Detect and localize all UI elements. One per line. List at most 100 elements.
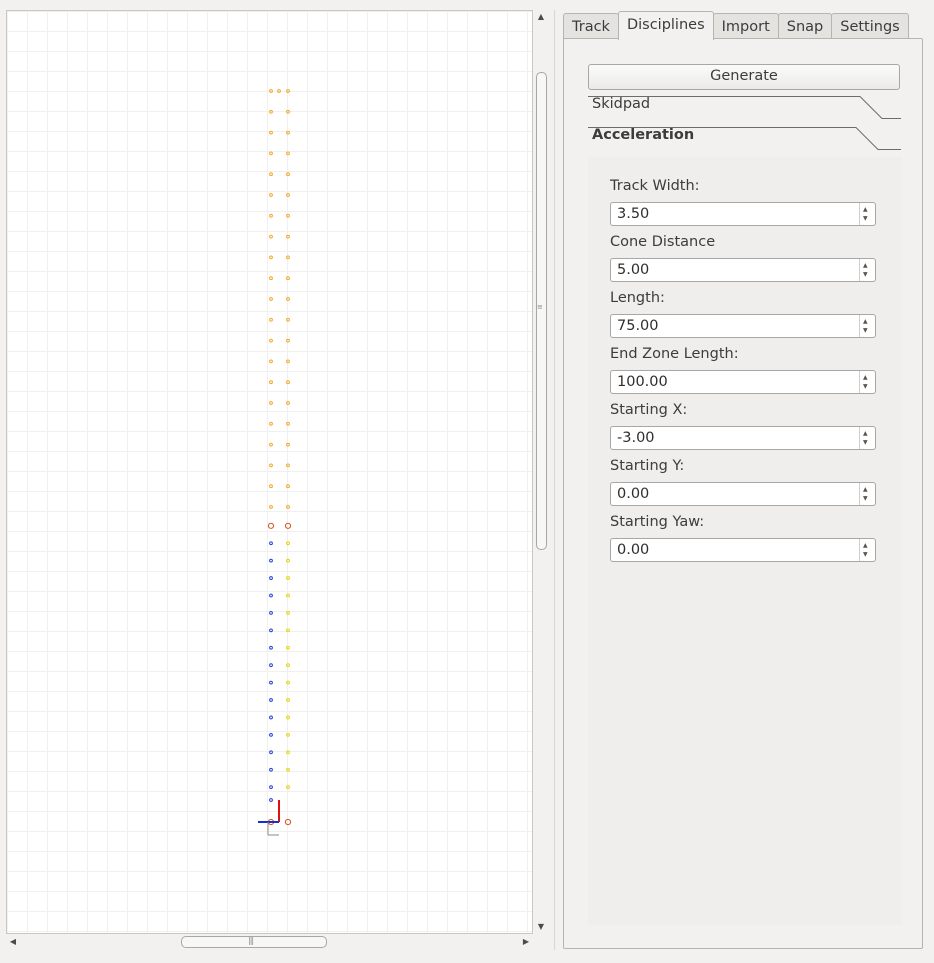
yellow-cone[interactable] — [286, 558, 290, 563]
spin-up-icon[interactable]: ▲ — [863, 319, 868, 325]
starting-x-input[interactable]: -3.00 ▲ ▼ — [610, 426, 876, 450]
blue-cone[interactable] — [269, 715, 273, 720]
yellow-cone[interactable] — [286, 663, 290, 668]
yellow-cone[interactable] — [286, 732, 290, 737]
track-canvas[interactable] — [6, 10, 533, 934]
orange-cone-right[interactable] — [286, 130, 290, 135]
scroll-right-arrow-icon[interactable]: ▶ — [519, 934, 533, 950]
yellow-cone[interactable] — [286, 750, 290, 755]
spin-up-icon[interactable]: ▲ — [863, 263, 868, 269]
yellow-cone[interactable] — [286, 680, 290, 685]
orange-cone-right[interactable] — [286, 151, 290, 156]
toolbox-item-skidpad[interactable]: Skidpad — [588, 96, 902, 120]
cone-distance-input[interactable]: 5.00 ▲ ▼ — [610, 258, 876, 282]
orange-cone-left[interactable] — [269, 89, 273, 93]
orange-cone-left[interactable] — [269, 338, 273, 343]
tab-settings[interactable]: Settings — [831, 13, 909, 40]
big-orange-cone-right[interactable] — [284, 818, 292, 826]
orange-cone-right[interactable] — [286, 276, 290, 281]
orange-cone-right[interactable] — [286, 401, 290, 405]
orange-cone-left[interactable] — [269, 463, 273, 468]
blue-cone[interactable] — [269, 558, 273, 563]
tab-disciplines[interactable]: Disciplines — [617, 11, 714, 40]
orange-cone-left[interactable] — [269, 276, 273, 281]
orange-cone-left[interactable] — [269, 505, 273, 509]
yellow-cone[interactable] — [286, 611, 290, 615]
orange-cone-right[interactable] — [286, 89, 290, 93]
orange-cone-left[interactable] — [269, 484, 273, 489]
orange-cone-left[interactable] — [269, 151, 273, 156]
orange-cone-left[interactable] — [269, 172, 273, 177]
horizontal-scrollbar[interactable]: ◀ ||| ▶ — [6, 934, 533, 950]
yellow-cone[interactable] — [286, 785, 290, 790]
length-input[interactable]: 75.00 ▲ ▼ — [610, 314, 876, 338]
blue-cone[interactable] — [269, 750, 273, 755]
orange-cone-left[interactable] — [269, 401, 273, 405]
blue-cone[interactable] — [269, 645, 273, 650]
blue-cone[interactable] — [269, 611, 273, 615]
blue-cone[interactable] — [269, 628, 273, 633]
spin-up-icon[interactable]: ▲ — [863, 543, 868, 549]
orange-cone-right[interactable] — [286, 255, 290, 260]
vertical-scroll-thumb[interactable] — [536, 72, 547, 550]
orange-cone-left[interactable] — [269, 213, 273, 218]
orange-cone-right[interactable] — [286, 297, 290, 301]
blue-cone[interactable] — [269, 798, 273, 802]
horizontal-scroll-thumb[interactable]: ||| — [181, 936, 327, 948]
scroll-left-arrow-icon[interactable]: ◀ — [6, 934, 20, 950]
spin-up-icon[interactable]: ▲ — [863, 207, 868, 213]
orange-cone-right[interactable] — [286, 193, 290, 197]
blue-cone[interactable] — [269, 767, 273, 772]
orange-cone-right[interactable] — [286, 442, 290, 447]
spin-down-icon[interactable]: ▼ — [863, 216, 868, 222]
orange-cone-right[interactable] — [286, 484, 290, 489]
tab-track[interactable]: Track — [563, 13, 619, 40]
tab-import[interactable]: Import — [712, 13, 779, 40]
blue-cone[interactable] — [269, 541, 273, 546]
starting-y-input[interactable]: 0.00 ▲ ▼ — [610, 482, 876, 506]
toolbox-item-acceleration[interactable]: Acceleration — [588, 127, 902, 151]
orange-cone-right[interactable] — [286, 109, 290, 114]
tab-snap[interactable]: Snap — [777, 13, 833, 40]
yellow-cone[interactable] — [286, 628, 290, 633]
orange-cone-left[interactable] — [269, 193, 273, 197]
blue-cone[interactable] — [269, 680, 273, 685]
orange-cone-right[interactable] — [286, 172, 290, 177]
spin-up-icon[interactable]: ▲ — [863, 431, 868, 437]
orange-cone-center[interactable] — [277, 89, 281, 93]
spin-down-icon[interactable]: ▼ — [863, 552, 868, 558]
orange-cone-left[interactable] — [269, 109, 273, 114]
orange-cone-right[interactable] — [286, 505, 290, 509]
generate-button[interactable]: Generate — [588, 64, 900, 90]
end-zone-length-input[interactable]: 100.00 ▲ ▼ — [610, 370, 876, 394]
orange-cone-right[interactable] — [286, 421, 290, 426]
orange-cone-left[interactable] — [269, 297, 273, 301]
orange-cone-right[interactable] — [286, 234, 290, 239]
orange-cone-left[interactable] — [269, 442, 273, 447]
blue-cone[interactable] — [269, 663, 273, 668]
yellow-cone[interactable] — [286, 593, 290, 598]
spin-down-icon[interactable]: ▼ — [863, 328, 868, 334]
spin-down-icon[interactable]: ▼ — [863, 440, 868, 446]
blue-cone[interactable] — [269, 785, 273, 790]
blue-cone[interactable] — [269, 698, 273, 702]
vertical-scrollbar[interactable]: ▲ ≡ ▼ — [534, 10, 548, 934]
orange-cone-right[interactable] — [286, 317, 290, 322]
orange-cone-right[interactable] — [286, 380, 290, 385]
yellow-cone[interactable] — [286, 698, 290, 702]
orange-cone-left[interactable] — [269, 130, 273, 135]
spin-down-icon[interactable]: ▼ — [863, 384, 868, 390]
starting-yaw-input[interactable]: 0.00 ▲ ▼ — [610, 538, 876, 562]
yellow-cone[interactable] — [286, 645, 290, 650]
orange-cone-left[interactable] — [269, 359, 273, 364]
scroll-up-arrow-icon[interactable]: ▲ — [534, 10, 548, 24]
big-orange-cone-right[interactable] — [284, 522, 292, 529]
spin-down-icon[interactable]: ▼ — [863, 496, 868, 502]
orange-cone-right[interactable] — [286, 338, 290, 343]
yellow-cone[interactable] — [286, 541, 290, 546]
spin-down-icon[interactable]: ▼ — [863, 272, 868, 278]
blue-cone[interactable] — [269, 732, 273, 737]
blue-cone[interactable] — [269, 576, 273, 580]
orange-cone-left[interactable] — [269, 234, 273, 239]
scroll-down-arrow-icon[interactable]: ▼ — [534, 920, 548, 934]
